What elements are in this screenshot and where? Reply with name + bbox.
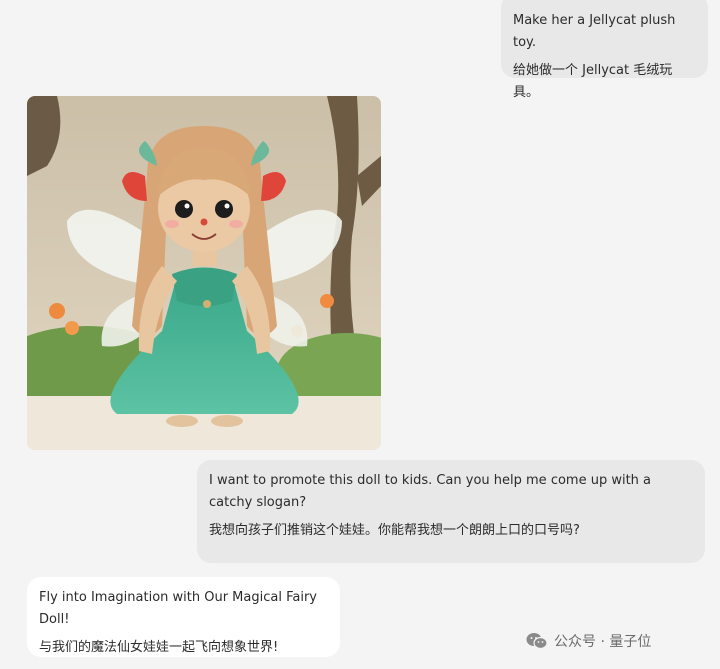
watermark: 公众号 · 量子位 bbox=[526, 630, 651, 652]
user-message-1: Make her a Jellycat plush toy. 给她做一个 Jel… bbox=[501, 0, 708, 100]
message-text-en: Make her a Jellycat plush toy. bbox=[513, 13, 676, 51]
message-text-zh: 我想向孩子们推销这个娃娃。你能帮我想一个朗朗上口的口号吗? bbox=[209, 523, 580, 539]
generated-image[interactable] bbox=[27, 96, 381, 450]
message-text-zh: 给她做一个 Jellycat 毛绒玩具。 bbox=[513, 63, 673, 101]
assistant-message: Fly into Imagination with Our Magical Fa… bbox=[27, 577, 340, 657]
fairy-doll-plush-image bbox=[27, 96, 381, 450]
message-text-en: I want to promote this doll to kids. Can… bbox=[209, 473, 652, 511]
watermark-text: 公众号 · 量子位 bbox=[554, 634, 652, 650]
user-message-2: I want to promote this doll to kids. Can… bbox=[197, 460, 705, 563]
message-text-en: Fly into Imagination with Our Magical Fa… bbox=[39, 590, 317, 628]
wechat-icon bbox=[526, 633, 548, 650]
message-text-zh: 与我们的魔法仙女娃娃一起飞向想象世界! bbox=[39, 640, 279, 656]
